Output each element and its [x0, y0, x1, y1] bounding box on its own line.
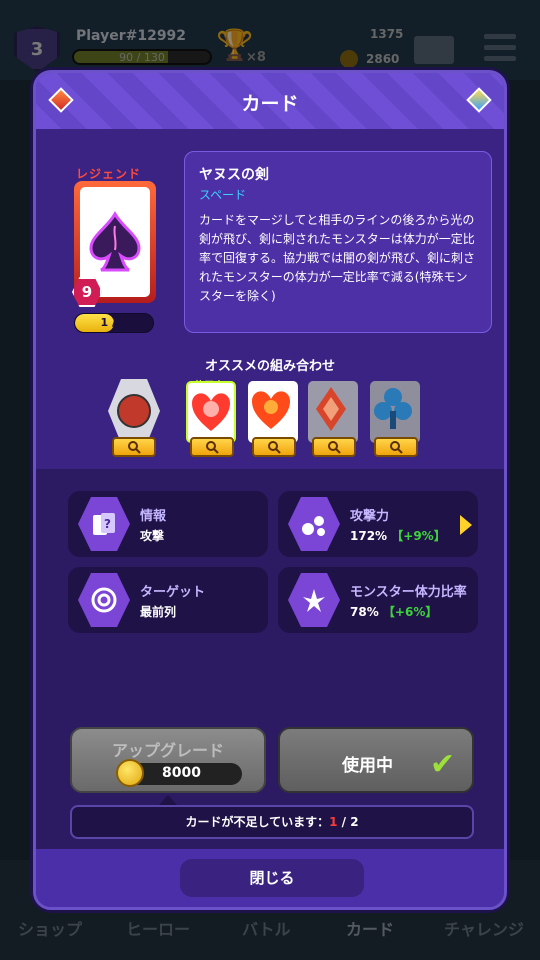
- stat-info: ? 情報 攻撃: [68, 491, 268, 557]
- card-progress-bar: 1 / 2: [74, 313, 154, 333]
- modal-title: カード: [241, 93, 299, 115]
- magnifier-icon: [206, 441, 219, 454]
- upgrade-label: アップグレード: [111, 741, 224, 760]
- card-progress-text: 1 / 2: [100, 316, 128, 329]
- checkmark-icon: ✔: [430, 747, 456, 782]
- monster-hp-bonus: 【+6%】: [382, 605, 438, 619]
- next-arrow-icon[interactable]: [460, 515, 472, 535]
- stat-attack: 攻撃力 172% 【+9%】: [278, 491, 478, 557]
- using-label: 使用中: [342, 756, 393, 776]
- coin-icon: [116, 759, 144, 787]
- notice-text: カードが不足しています：: [185, 815, 330, 829]
- spade-icon: [89, 210, 141, 272]
- close-button[interactable]: 閉じる: [180, 859, 364, 897]
- diamond-suit-icon: [316, 387, 346, 431]
- zoom-button-3[interactable]: [252, 437, 296, 457]
- magnifier-icon: [268, 441, 281, 454]
- card-detail-modal: カード レジェンド 9 1 / 2 ヤヌスの剣 スペード カードをマージしてと相…: [33, 70, 507, 910]
- combo-card-diamond[interactable]: [308, 381, 358, 443]
- insufficient-cards-notice: カードが不足しています：1 / 2: [70, 805, 474, 839]
- combo-card-club[interactable]: [370, 381, 420, 443]
- monster-hp-value: 78%: [350, 605, 379, 619]
- recommend-title: オススメの組み合わせ: [204, 359, 335, 374]
- zoom-button-1[interactable]: [112, 437, 156, 457]
- monster-hp-icon: [288, 573, 340, 627]
- heart-icon: [192, 393, 230, 431]
- attack-bonus: 【+9%】: [391, 529, 446, 543]
- upgrade-price: 8000: [162, 765, 201, 781]
- stat-monster-hp: モンスター体力比率 78% 【+6%】: [278, 567, 478, 633]
- stat-monster-hp-label: モンスター体力比率: [350, 585, 467, 600]
- combo-card-heart-1[interactable]: [186, 381, 236, 443]
- card-description-box: ヤヌスの剣 スペード カードをマージしてと相手のラインの後ろから光の剣が飛び、剣…: [184, 151, 492, 333]
- zoom-button-4[interactable]: [312, 437, 356, 457]
- heart-icon: [252, 391, 290, 429]
- stat-attack-label: 攻撃力: [350, 509, 390, 524]
- magnifier-icon: [328, 441, 341, 454]
- stat-target-value: 最前列: [140, 605, 177, 619]
- stat-target-label: ターゲット: [140, 585, 206, 600]
- attack-value: 172%: [350, 529, 388, 543]
- stat-info-value: 攻撃: [140, 529, 165, 543]
- stat-monster-hp-value: 78% 【+6%】: [350, 603, 437, 620]
- card-description: カードをマージしてと相手のラインの後ろから光の剣が飛び、剣に刺されたモンスターは…: [199, 213, 476, 303]
- target-icon: [78, 573, 130, 627]
- stat-target: ターゲット 最前列: [68, 567, 268, 633]
- card-suit: スペード: [199, 188, 247, 202]
- notice-required-count: / 2: [337, 815, 359, 829]
- zoom-button-2[interactable]: [190, 437, 234, 457]
- stat-info-label: 情報: [140, 509, 167, 524]
- combo-card-heart-2[interactable]: [248, 381, 298, 443]
- notice-pointer: [159, 795, 177, 805]
- club-icon: [374, 388, 412, 429]
- upgrade-button[interactable]: アップグレード 8000: [70, 727, 266, 793]
- hero-face-icon: [117, 394, 151, 428]
- stat-attack-value: 172% 【+9%】: [350, 527, 446, 544]
- magnifier-icon: [390, 441, 403, 454]
- rarity-label: レジェンド: [76, 167, 142, 181]
- using-button[interactable]: 使用中 ✔: [278, 727, 474, 793]
- attack-orbs-icon: [288, 497, 340, 551]
- zoom-button-5[interactable]: [374, 437, 418, 457]
- magnifier-icon: [128, 441, 141, 454]
- svg-text:?: ?: [104, 517, 111, 531]
- card-name: ヤヌスの剣: [199, 167, 269, 183]
- cards-question-icon: ?: [78, 497, 130, 551]
